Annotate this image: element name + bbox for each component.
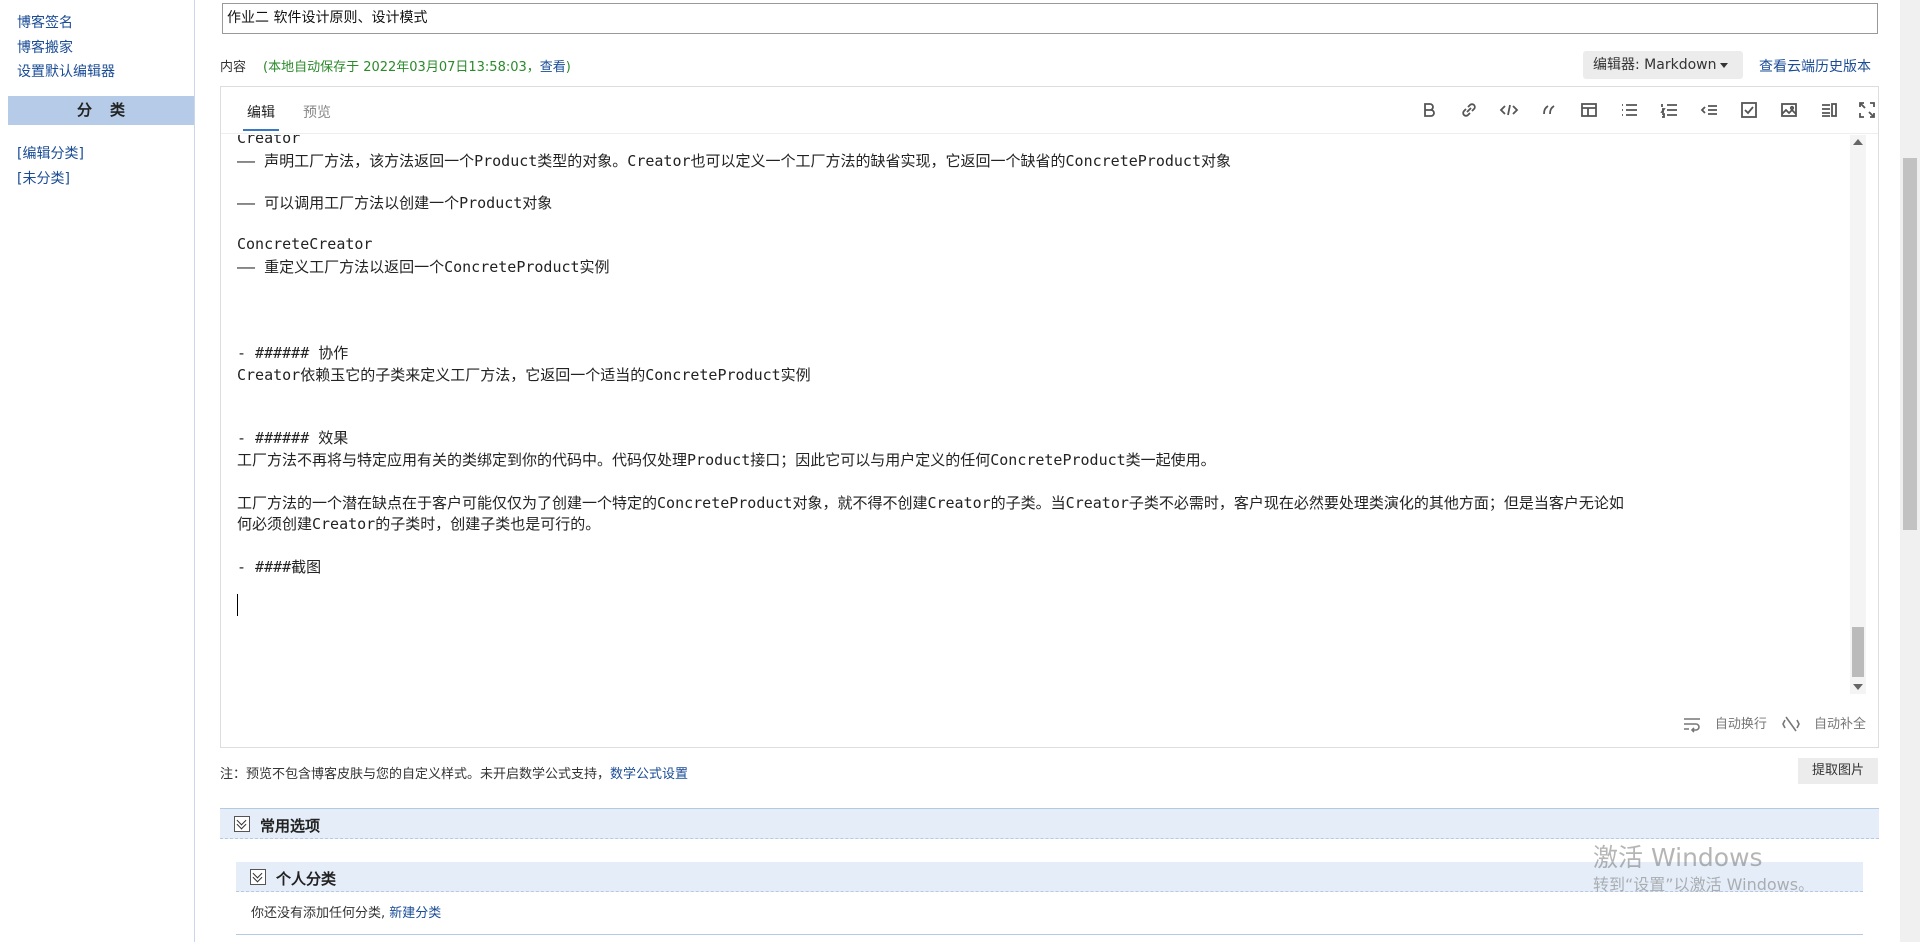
quote-icon[interactable] bbox=[1536, 97, 1562, 123]
preview-note: 注：预览不包含博客皮肤与您的自定义样式。未开启数学公式支持，数学公式设置 bbox=[220, 763, 688, 782]
uncategorized-link[interactable]: [未分类] bbox=[17, 168, 70, 188]
editor-line: Creator bbox=[237, 135, 301, 147]
editor-line: 何必须创建Creator的子类时，创建子类也是可行的。 bbox=[237, 515, 601, 533]
editor-line: —— 重定义工厂方法以返回一个ConcreteProduct实例 bbox=[237, 258, 610, 276]
auto-complete-toggle[interactable]: 自动补全 bbox=[1781, 717, 1866, 732]
tab-preview[interactable]: 预览 bbox=[303, 102, 331, 122]
wrap-icon bbox=[1683, 718, 1700, 733]
category-header: 分类 bbox=[8, 96, 194, 125]
note-text: 注：预览不包含博客皮肤与您的自定义样式。未开启数学公式支持， bbox=[220, 767, 611, 782]
editor-line: Creator依赖玉它的子类来定义工厂方法，它返回一个适当的ConcretePr… bbox=[237, 366, 811, 384]
cloud-history-link[interactable]: 查看云端历史版本 bbox=[1759, 56, 1871, 76]
personal-category-title: 个人分类 bbox=[276, 870, 337, 888]
text-cursor bbox=[237, 594, 238, 616]
indent-icon[interactable] bbox=[1696, 97, 1722, 123]
common-options-section[interactable]: 常用选项 bbox=[220, 808, 1879, 839]
editor-type-dropdown[interactable]: 编辑器: Markdown bbox=[1583, 51, 1743, 79]
editor-line: - ####截图 bbox=[237, 558, 322, 576]
scroll-up-icon[interactable] bbox=[1853, 139, 1863, 145]
autosave-view-link[interactable]: 查看 bbox=[540, 60, 566, 75]
autosave-suffix: ) bbox=[565, 60, 571, 75]
left-sidebar: 博客签名 博客搬家 设置默认编辑器 分类 [编辑分类] [未分类] bbox=[0, 0, 195, 942]
sidebar-link-default-editor[interactable]: 设置默认编辑器 bbox=[17, 61, 115, 81]
no-category-text: 你还没有添加任何分类, bbox=[251, 906, 386, 921]
editor-line: ConcreteCreator bbox=[237, 235, 373, 253]
autosave-status: (本地自动保存于 2022年03月07日13:58:03，查看) bbox=[263, 56, 571, 75]
scroll-down-icon[interactable] bbox=[1853, 684, 1863, 690]
table-icon[interactable] bbox=[1576, 97, 1602, 123]
sidebar-link-blog-move[interactable]: 博客搬家 bbox=[17, 37, 73, 57]
unordered-list-icon[interactable] bbox=[1616, 97, 1642, 123]
markdown-textarea[interactable]: Creator —— 声明工厂方法，该方法返回一个Product类型的对象。Cr… bbox=[237, 135, 1837, 655]
auto-complete-label: 自动补全 bbox=[1813, 716, 1866, 732]
collapse-icon[interactable] bbox=[250, 869, 266, 885]
fullscreen-icon[interactable] bbox=[1854, 97, 1880, 123]
auto-complete-icon bbox=[1782, 716, 1800, 732]
word-wrap-toggle[interactable]: 自动换行 bbox=[1682, 716, 1767, 733]
word-wrap-label: 自动换行 bbox=[1714, 716, 1767, 732]
editor-line: - ###### 协作 bbox=[237, 344, 349, 362]
link-icon[interactable] bbox=[1456, 97, 1482, 123]
checkbox-icon[interactable] bbox=[1736, 97, 1762, 123]
editor-line: 工厂方法的一个潜在缺点在于客户可能仅仅为了创建一个特定的ConcreteProd… bbox=[237, 494, 1624, 512]
code-icon[interactable] bbox=[1496, 97, 1522, 123]
extract-images-button[interactable]: 提取图片 bbox=[1798, 758, 1878, 784]
divider bbox=[236, 934, 1863, 935]
no-category-message: 你还没有添加任何分类, 新建分类 bbox=[251, 902, 441, 921]
editor-scrollbar[interactable] bbox=[1850, 135, 1866, 694]
editor-scroll-thumb[interactable] bbox=[1852, 627, 1864, 677]
post-title-input[interactable]: 作业二 软件设计原则、设计模式 bbox=[222, 3, 1878, 34]
math-settings-link[interactable]: 数学公式设置 bbox=[610, 767, 688, 782]
editor-line: —— 声明工厂方法，该方法返回一个Product类型的对象。Creator也可以… bbox=[237, 152, 1231, 170]
markdown-editor: 编辑 预览 Creator —— 声明工厂方法，该方法返回一个Product类型… bbox=[220, 86, 1879, 748]
edit-category-link[interactable]: [编辑分类] bbox=[17, 143, 84, 163]
activation-watermark-subtitle: 转到“设置”以激活 Windows。 bbox=[1593, 875, 1815, 894]
editor-line: - ###### 效果 bbox=[237, 429, 349, 447]
editor-line: —— 可以调用工厂方法以创建一个Product对象 bbox=[237, 194, 553, 212]
page-scroll-thumb[interactable] bbox=[1903, 158, 1917, 530]
page-scrollbar[interactable] bbox=[1900, 0, 1920, 942]
content-label: 内容 bbox=[220, 60, 247, 75]
tab-edit[interactable]: 编辑 bbox=[243, 102, 279, 131]
collapse-icon[interactable] bbox=[234, 816, 250, 832]
autosave-text: (本地自动保存于 2022年03月07日13:58:03， bbox=[263, 60, 540, 75]
common-options-title: 常用选项 bbox=[260, 817, 321, 835]
new-category-link[interactable]: 新建分类 bbox=[389, 906, 441, 921]
bold-icon[interactable] bbox=[1416, 97, 1442, 123]
activation-watermark-title: 激活 Windows bbox=[1593, 843, 1763, 872]
chevron-down-icon bbox=[1720, 62, 1729, 68]
sidebar-link-blog-signature[interactable]: 博客签名 bbox=[17, 12, 73, 32]
editor-line: 工厂方法不再将与特定应用有关的类绑定到你的代码中。代码仅处理Product接口；… bbox=[237, 451, 1216, 469]
split-view-icon[interactable] bbox=[1816, 97, 1842, 123]
editor-footer: 自动换行 自动补全 bbox=[1672, 713, 1866, 734]
image-icon[interactable] bbox=[1776, 97, 1802, 123]
ordered-list-icon[interactable] bbox=[1656, 97, 1682, 123]
editor-type-label: 编辑器: Markdown bbox=[1593, 57, 1717, 73]
